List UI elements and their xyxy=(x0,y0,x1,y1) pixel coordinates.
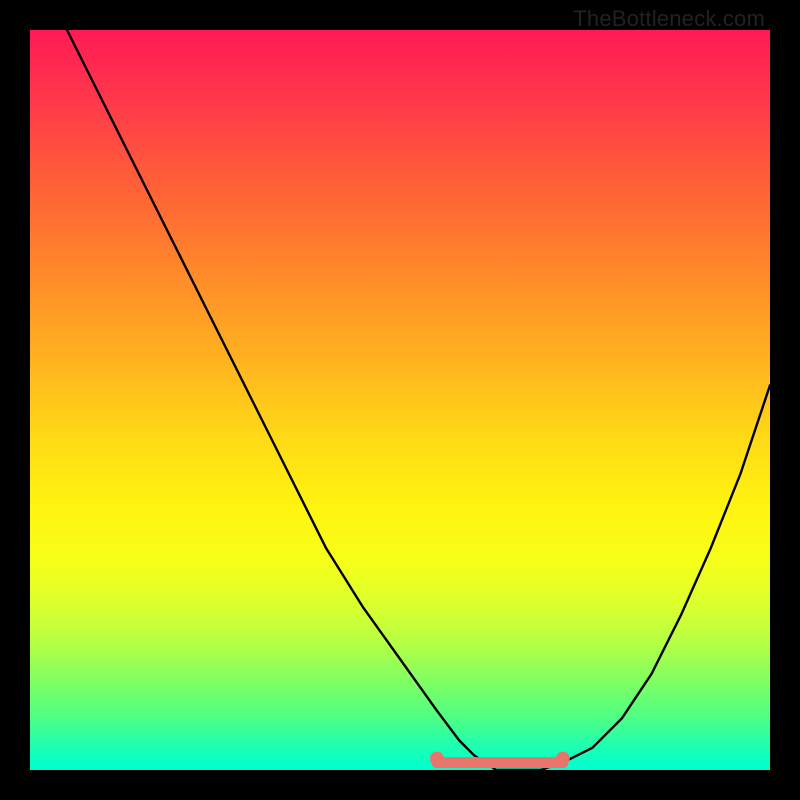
chart-plot-area xyxy=(30,30,770,770)
bottleneck-curve xyxy=(30,30,770,770)
watermark-text: TheBottleneck.com xyxy=(573,6,765,32)
